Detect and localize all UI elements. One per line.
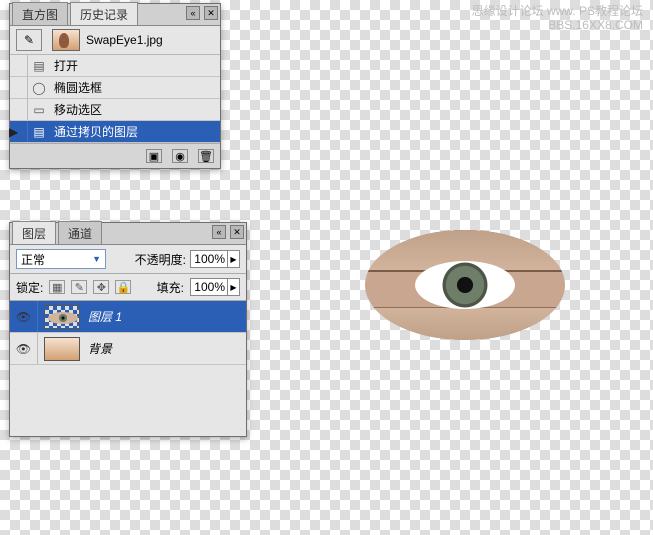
lock-transparent-pixels-icon[interactable]: ▦ xyxy=(49,280,65,294)
history-item-label: 通过拷贝的图层 xyxy=(50,123,138,140)
lock-label: 锁定: xyxy=(16,279,43,296)
history-panel-tabs: 直方图 历史记录 « ✕ xyxy=(10,4,220,26)
opacity-label: 不透明度: xyxy=(135,251,186,268)
tab-history[interactable]: 历史记录 xyxy=(70,2,138,25)
layer-name[interactable]: 背景 xyxy=(86,340,112,357)
lock-fill-row: 锁定: ▦ ✎ ✥ 🔒 填充: ▶ xyxy=(10,274,246,301)
opacity-spinner[interactable]: ▶ xyxy=(190,250,240,268)
canvas-eye-layer[interactable] xyxy=(365,230,565,340)
history-footer: ▣ ◉ 🗑 xyxy=(10,143,220,168)
history-brush-toggle[interactable] xyxy=(10,99,28,120)
layer-via-copy-icon: ▤ xyxy=(28,125,50,139)
tab-channels[interactable]: 通道 xyxy=(58,221,102,244)
lock-position-icon[interactable]: ✥ xyxy=(93,280,109,294)
layer-thumbnail[interactable] xyxy=(44,337,80,361)
ellipse-marquee-icon: ◯ xyxy=(28,81,50,95)
fill-label: 填充: xyxy=(157,279,184,296)
history-brush-toggle[interactable] xyxy=(10,55,28,76)
new-document-from-state-icon[interactable]: ▣ xyxy=(146,149,162,163)
panel-collapse-icon[interactable]: « xyxy=(212,225,226,239)
panel-collapse-icon[interactable]: « xyxy=(186,6,200,20)
history-document-row[interactable]: ✎ SwapEye1.jpg xyxy=(10,26,220,55)
new-snapshot-icon[interactable]: ◉ xyxy=(172,149,188,163)
layer-row[interactable]: 👁 背景 xyxy=(10,333,246,365)
move-selection-icon: ▭ xyxy=(28,103,50,117)
chevron-right-icon[interactable]: ▶ xyxy=(227,251,239,267)
blend-mode-dropdown[interactable]: 正常 ▼ xyxy=(16,249,106,269)
watermark: 思缘设计论坛 www. PS教程论坛 BBS.16XX8.COM xyxy=(472,4,643,33)
chevron-right-icon[interactable]: ▶ xyxy=(227,279,239,295)
chevron-down-icon: ▼ xyxy=(92,254,101,264)
visibility-toggle-icon[interactable]: 👁 xyxy=(10,301,38,332)
history-brush-toggle[interactable] xyxy=(10,77,28,98)
visibility-toggle-icon[interactable]: 👁 xyxy=(10,333,38,364)
history-list: ▤ 打开 ◯ 椭圆选框 ▭ 移动选区 ▶ ▤ 通过拷贝的图层 xyxy=(10,55,220,143)
blend-opacity-row: 正常 ▼ 不透明度: ▶ xyxy=(10,245,246,274)
fill-input[interactable] xyxy=(191,280,227,294)
lock-all-icon[interactable]: 🔒 xyxy=(115,280,131,294)
open-icon: ▤ xyxy=(28,59,50,73)
panel-close-icon[interactable]: ✕ xyxy=(230,225,244,239)
iris-shape xyxy=(415,261,515,309)
history-item-ellipse-marquee[interactable]: ◯ 椭圆选框 xyxy=(10,77,220,99)
layers-panel: 图层 通道 « ✕ 正常 ▼ 不透明度: ▶ 锁定: ▦ ✎ ✥ 🔒 填充: ▶… xyxy=(9,222,247,437)
delete-state-icon[interactable]: 🗑 xyxy=(198,149,214,163)
layer-thumbnail[interactable] xyxy=(44,305,80,329)
layers-list: 👁 图层 1 👁 背景 xyxy=(10,301,246,436)
fill-spinner[interactable]: ▶ xyxy=(190,278,240,296)
lock-image-pixels-icon[interactable]: ✎ xyxy=(71,280,87,294)
history-item-open[interactable]: ▤ 打开 xyxy=(10,55,220,77)
history-brush-icon[interactable]: ✎ xyxy=(16,29,42,51)
opacity-input[interactable] xyxy=(191,252,227,266)
current-state-arrow-icon: ▶ xyxy=(9,125,18,139)
panel-close-icon[interactable]: ✕ xyxy=(204,6,218,20)
layer-name[interactable]: 图层 1 xyxy=(86,308,122,325)
layer-row[interactable]: 👁 图层 1 xyxy=(10,301,246,333)
history-item-label: 椭圆选框 xyxy=(50,79,102,96)
history-panel: 直方图 历史记录 « ✕ ✎ SwapEye1.jpg ▤ 打开 ◯ 椭圆选框 … xyxy=(9,3,221,169)
history-item-layer-via-copy[interactable]: ▶ ▤ 通过拷贝的图层 xyxy=(10,121,220,143)
blend-mode-value: 正常 xyxy=(21,251,45,268)
tab-layers[interactable]: 图层 xyxy=(12,221,56,244)
history-item-label: 打开 xyxy=(50,57,78,74)
document-thumbnail xyxy=(52,29,80,51)
lower-lid-shape xyxy=(365,307,565,340)
watermark-line2: BBS.16XX8.COM xyxy=(472,18,643,32)
layers-panel-tabs: 图层 通道 « ✕ xyxy=(10,223,246,245)
history-item-label: 移动选区 xyxy=(50,101,102,118)
document-name: SwapEye1.jpg xyxy=(86,33,163,47)
tab-histogram[interactable]: 直方图 xyxy=(12,2,68,25)
history-item-move-selection[interactable]: ▭ 移动选区 xyxy=(10,99,220,121)
watermark-line1: 思缘设计论坛 www. PS教程论坛 xyxy=(472,4,643,18)
